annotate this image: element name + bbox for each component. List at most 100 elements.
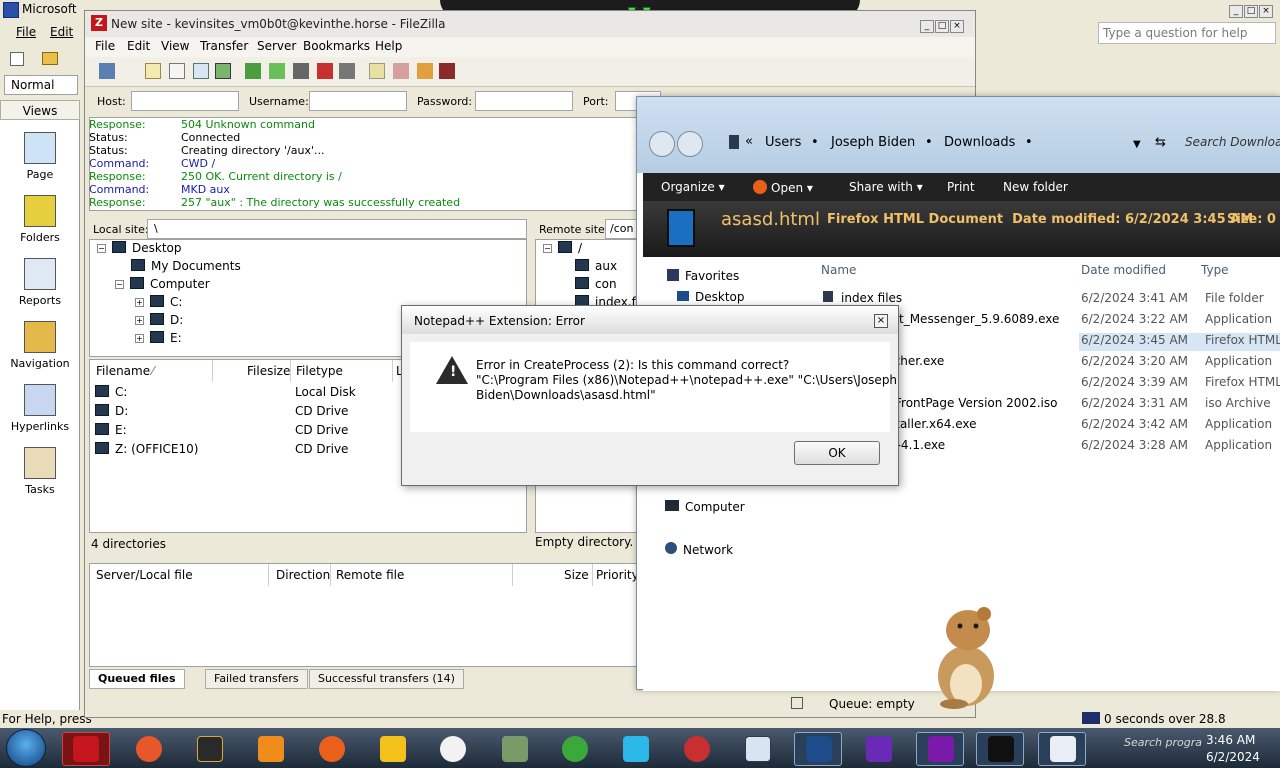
host-input[interactable] <box>131 91 239 111</box>
share-with-button[interactable]: Share with ▾ <box>849 180 923 194</box>
column-date-modified[interactable]: Date modified <box>1081 263 1166 277</box>
view-navigation[interactable]: Navigation <box>0 317 80 377</box>
column-direction[interactable]: Direction <box>276 568 330 582</box>
filezilla-window-controls[interactable]: _ □ × <box>919 17 964 33</box>
close-icon[interactable]: × <box>1259 5 1273 18</box>
close-icon[interactable]: × <box>950 20 964 33</box>
breadcrumb-separator-icon[interactable]: • <box>925 135 933 150</box>
breadcrumb-joseph-biden[interactable]: Joseph Biden <box>831 135 915 150</box>
column-name[interactable]: Name <box>821 263 856 277</box>
remote-tree-con[interactable]: con <box>575 277 617 291</box>
file-name[interactable]: t_Messenger_5.9.6089.exe <box>899 312 1059 326</box>
notepad-icon[interactable] <box>745 736 771 762</box>
breadcrumb-separator-icon[interactable]: • <box>1025 135 1033 150</box>
fz-menu-edit[interactable]: Edit <box>127 39 150 53</box>
menu-file[interactable]: File <box>16 25 36 39</box>
file-name[interactable]: FrontPage Version 2002.iso <box>895 396 1057 410</box>
visual-studio-icon[interactable] <box>866 736 892 762</box>
remote-tree-root[interactable]: − / <box>543 241 582 255</box>
start-button[interactable] <box>6 729 46 767</box>
new-folder-button[interactable]: New folder <box>1003 180 1068 194</box>
file-row[interactable]: E: CD Drive <box>95 423 348 442</box>
view-reports[interactable]: Reports <box>0 254 80 314</box>
username-input[interactable] <box>309 91 407 111</box>
column-priority[interactable]: Priority <box>596 568 639 582</box>
reconnect-icon[interactable] <box>339 63 355 79</box>
address-dropdown-icon[interactable]: ▼ <box>1133 139 1141 150</box>
fz-menu-server[interactable]: Server <box>257 39 296 53</box>
style-dropdown[interactable]: Normal <box>4 75 78 95</box>
breadcrumb-separator-icon[interactable]: • <box>811 135 819 150</box>
refresh-icon[interactable] <box>245 63 261 79</box>
view-tasks[interactable]: Tasks <box>0 443 80 503</box>
column-filesize[interactable]: Filesize <box>247 364 290 378</box>
clock-icon[interactable] <box>440 736 466 762</box>
filter-icon[interactable] <box>369 63 385 79</box>
nav-favorites[interactable]: Favorites <box>667 269 739 283</box>
aim-icon[interactable] <box>380 736 406 762</box>
column-type[interactable]: Type <box>1201 263 1229 277</box>
cancel-icon[interactable] <box>293 63 309 79</box>
tree-item-d[interactable]: + D: <box>135 313 183 327</box>
clock-time[interactable]: 3:46 AM <box>1206 733 1255 747</box>
tree-item-e[interactable]: + E: <box>135 331 182 345</box>
fz-menu-transfer[interactable]: Transfer <box>200 39 248 53</box>
fz-menu-bookmarks[interactable]: Bookmarks <box>303 39 370 53</box>
nav-network[interactable]: Network <box>665 542 733 557</box>
search-input[interactable]: Search Download <box>1185 135 1280 149</box>
search-files-icon[interactable] <box>439 63 455 79</box>
tree-item-desktop[interactable]: − Desktop <box>97 241 182 255</box>
file-name[interactable]: index files <box>823 291 902 305</box>
forward-button[interactable] <box>677 131 703 157</box>
tab-failed-transfers[interactable]: Failed transfers <box>205 669 308 689</box>
help-search-input[interactable]: Type a question for help <box>1098 22 1276 44</box>
sync-browse-icon[interactable] <box>417 63 433 79</box>
tab-queued-files[interactable]: Queued files <box>89 669 185 689</box>
view-folders[interactable]: Folders <box>0 191 80 251</box>
maximize-icon[interactable]: □ <box>935 20 949 33</box>
nav-desktop[interactable]: Desktop <box>677 290 745 304</box>
print-button[interactable]: Print <box>947 180 975 194</box>
column-filename[interactable]: Filename <box>96 364 150 378</box>
background-window-controls[interactable]: _ □ × <box>1228 2 1273 18</box>
toggle-log-icon[interactable] <box>145 63 161 79</box>
frontpage-icon[interactable] <box>136 736 162 762</box>
tab-successful-transfers[interactable]: Successful transfers (14) <box>309 669 464 689</box>
clock-date[interactable]: 6/2/2024 <box>1206 750 1260 764</box>
back-button[interactable] <box>649 131 675 157</box>
chrome-icon[interactable] <box>562 736 588 762</box>
close-icon[interactable]: × <box>874 314 888 328</box>
tree-item-computer[interactable]: − Computer <box>115 277 210 291</box>
file-name[interactable]: staller.x64.exe <box>889 417 976 431</box>
view-page[interactable]: Page <box>0 128 80 188</box>
tray-search[interactable]: Search progra <box>1124 736 1202 749</box>
refresh-icon[interactable]: ⇆ <box>1155 135 1166 150</box>
paint-icon[interactable] <box>684 736 710 762</box>
open-button[interactable]: Open ▾ <box>753 180 813 195</box>
tree-item-c[interactable]: + C: <box>135 295 182 309</box>
dreamweaver-icon[interactable] <box>197 736 223 762</box>
view-hyperlinks[interactable]: Hyperlinks <box>0 380 80 440</box>
minimize-icon[interactable]: _ <box>920 20 934 33</box>
maximize-icon[interactable]: □ <box>1244 5 1258 18</box>
firefox-icon[interactable] <box>319 736 345 762</box>
overflow-chevron-icon[interactable]: « <box>745 134 753 149</box>
ok-button[interactable]: OK <box>794 441 880 465</box>
column-size[interactable]: Size <box>564 568 589 582</box>
remote-tree-aux[interactable]: aux <box>575 259 617 273</box>
breadcrumb-users[interactable]: Users <box>765 135 801 150</box>
fz-menu-help[interactable]: Help <box>375 39 402 53</box>
file-row[interactable]: D: CD Drive <box>95 404 348 423</box>
game-icon[interactable] <box>502 736 528 762</box>
column-filetype[interactable]: Filetype <box>296 364 343 378</box>
toggle-local-tree-icon[interactable] <box>169 63 185 79</box>
toggle-remote-tree-icon[interactable] <box>193 63 209 79</box>
toggle-queue-icon[interactable] <box>215 63 231 79</box>
disconnect-icon[interactable] <box>317 63 333 79</box>
file-row[interactable]: Z: (OFFICE10) CD Drive <box>95 442 348 461</box>
vlc-icon[interactable] <box>258 736 284 762</box>
minimize-icon[interactable]: _ <box>1229 5 1243 18</box>
open-folder-icon[interactable] <box>42 52 58 65</box>
column-remote-file[interactable]: Remote file <box>336 568 404 582</box>
password-input[interactable] <box>475 91 573 111</box>
